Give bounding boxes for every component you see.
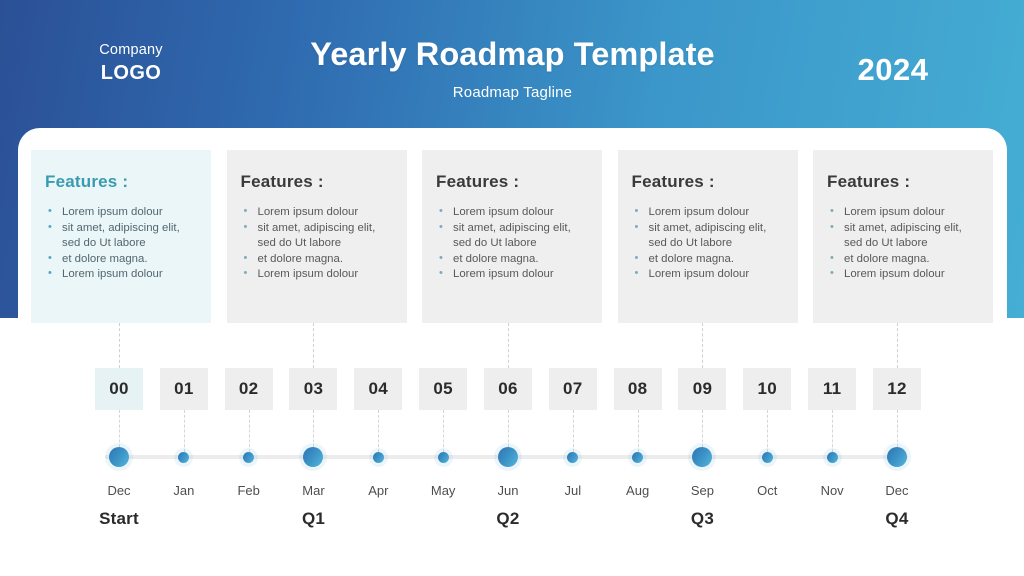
feature-bullet-list: Lorem ipsum doloursit amet, adipiscing e…: [241, 204, 393, 283]
feature-bullet-list: Lorem ipsum doloursit amet, adipiscing e…: [436, 204, 588, 283]
feature-bullet: Lorem ipsum dolour: [436, 204, 588, 221]
title-block: Yearly Roadmap Template Roadmap Tagline: [250, 33, 775, 104]
timeline-month-label: Dec: [107, 483, 131, 498]
logo-company-label: Company: [99, 42, 163, 58]
feature-card-title: Features :: [45, 172, 129, 191]
timeline-month-label: Nov: [820, 483, 844, 498]
timeline-tick-line: [443, 410, 445, 457]
timeline-tick-line: [832, 410, 834, 457]
timeline-number-box[interactable]: 12: [872, 368, 921, 410]
card-drop-line: [896, 323, 898, 368]
timeline-month-label: May: [430, 483, 456, 498]
timeline-quarter-label: Q3: [690, 509, 714, 528]
card-drop-line: [313, 323, 315, 368]
feature-cards: Features :Lorem ipsum doloursit amet, ad…: [31, 150, 994, 323]
logo-word: LOGO: [100, 62, 162, 84]
feature-bullet: sit amet, adipiscing elit, sed do Ut lab…: [241, 220, 393, 252]
feature-bullet-list: Lorem ipsum doloursit amet, adipiscing e…: [632, 204, 784, 283]
timeline-number-box[interactable]: 00: [95, 368, 143, 410]
timeline-number-box[interactable]: 11: [808, 368, 857, 410]
feature-bullet: Lorem ipsum dolour: [241, 204, 393, 221]
feature-card[interactable]: Features :Lorem ipsum doloursit amet, ad…: [226, 150, 407, 323]
timeline-month-label: Dec: [885, 483, 909, 498]
feature-bullet-list: Lorem ipsum doloursit amet, adipiscing e…: [45, 204, 197, 283]
timeline-number-box[interactable]: 01: [159, 368, 208, 410]
card-drop-line: [119, 323, 120, 368]
roadmap-slide: Company LOGO Yearly Roadmap Template Roa…: [0, 0, 1024, 576]
feature-bullet: Lorem ipsum dolour: [827, 266, 979, 283]
timeline-number-box[interactable]: 04: [354, 368, 403, 410]
card-drop-line: [702, 323, 704, 368]
page-title: Yearly Roadmap Template: [310, 36, 715, 72]
timeline-month-label: Jan: [173, 483, 195, 498]
timeline-milestone-dot-major[interactable]: [109, 447, 129, 467]
timeline-number-box[interactable]: 10: [743, 368, 792, 410]
timeline-number-box[interactable]: 08: [613, 368, 662, 410]
feature-card[interactable]: Features :Lorem ipsum doloursit amet, ad…: [617, 150, 798, 323]
timeline-month-label: Oct: [757, 483, 778, 498]
timeline-tick-line: [378, 410, 380, 457]
page-tagline: Roadmap Tagline: [452, 84, 573, 101]
feature-bullet: et dolore magna.: [436, 251, 588, 268]
timeline-number-box[interactable]: 05: [419, 368, 468, 410]
feature-card-title: Features :: [631, 172, 715, 191]
feature-card[interactable]: Features :Lorem ipsum doloursit amet, ad…: [813, 150, 993, 323]
timeline-milestone-dot-major[interactable]: [497, 447, 518, 467]
timeline-tick-line: [183, 410, 185, 457]
feature-bullet: Lorem ipsum dolour: [632, 204, 784, 221]
feature-bullet: et dolore magna.: [241, 251, 393, 268]
feature-bullet: Lorem ipsum dolour: [436, 266, 588, 283]
timeline-month-label: Jul: [564, 483, 582, 498]
timeline-number-box[interactable]: 06: [483, 368, 532, 410]
timeline-tick-line: [767, 410, 769, 457]
feature-bullet: Lorem ipsum dolour: [45, 204, 197, 221]
timeline-number-box[interactable]: 09: [678, 368, 727, 410]
feature-card[interactable]: Features :Lorem ipsum doloursit amet, ad…: [31, 150, 211, 323]
timeline-tick-line: [572, 410, 574, 457]
timeline-tick-line: [637, 410, 639, 457]
feature-card[interactable]: Features :Lorem ipsum doloursit amet, ad…: [422, 150, 602, 323]
timeline-month-label: Sep: [690, 483, 715, 498]
feature-bullet: Lorem ipsum dolour: [827, 204, 979, 221]
timeline-tick-line: [248, 410, 250, 457]
feature-bullet: Lorem ipsum dolour: [632, 266, 784, 283]
timeline-milestone-dot-major[interactable]: [886, 447, 907, 467]
feature-bullet: sit amet, adipiscing elit, sed do Ut lab…: [436, 220, 588, 252]
timeline-number-box[interactable]: 03: [289, 368, 338, 410]
feature-bullet: et dolore magna.: [632, 251, 784, 268]
feature-bullet: et dolore magna.: [827, 251, 979, 268]
timeline-month-label: Mar: [302, 483, 325, 498]
feature-card-title: Features :: [240, 172, 324, 191]
feature-bullet: sit amet, adipiscing elit, sed do Ut lab…: [827, 220, 979, 252]
timeline-number-box[interactable]: 07: [548, 368, 597, 410]
timeline-month-label: Apr: [368, 483, 389, 498]
feature-bullet: sit amet, adipiscing elit, sed do Ut lab…: [632, 220, 784, 252]
year-badge: 2024: [857, 52, 929, 87]
timeline-quarter-label: Q4: [885, 509, 909, 528]
feature-bullet: Lorem ipsum dolour: [241, 266, 393, 283]
timeline-quarter-label: Q2: [496, 509, 520, 528]
timeline-quarter-label: Start: [99, 509, 139, 528]
feature-bullet: Lorem ipsum dolour: [45, 266, 197, 283]
feature-bullet: sit amet, adipiscing elit, sed do Ut lab…: [45, 220, 197, 252]
card-drop-line: [507, 323, 509, 368]
feature-bullet: et dolore magna.: [45, 251, 197, 268]
feature-card-title: Features :: [436, 172, 520, 191]
timeline-milestone-dot[interactable]: [437, 452, 449, 463]
timeline-milestone-dot[interactable]: [372, 452, 384, 463]
timeline-month-label: Feb: [237, 483, 260, 498]
timeline-milestone-dot[interactable]: [826, 452, 838, 463]
timeline-month-label: Jun: [497, 483, 519, 498]
feature-card-title: Features :: [827, 172, 911, 191]
company-logo: Company LOGO: [62, 40, 200, 86]
feature-bullet-list: Lorem ipsum doloursit amet, adipiscing e…: [827, 204, 979, 283]
timeline-month-label: Aug: [626, 483, 650, 498]
timeline-quarter-label: Q1: [301, 509, 326, 528]
timeline-milestone-dot[interactable]: [761, 452, 773, 463]
timeline-number-box[interactable]: 02: [224, 368, 273, 410]
